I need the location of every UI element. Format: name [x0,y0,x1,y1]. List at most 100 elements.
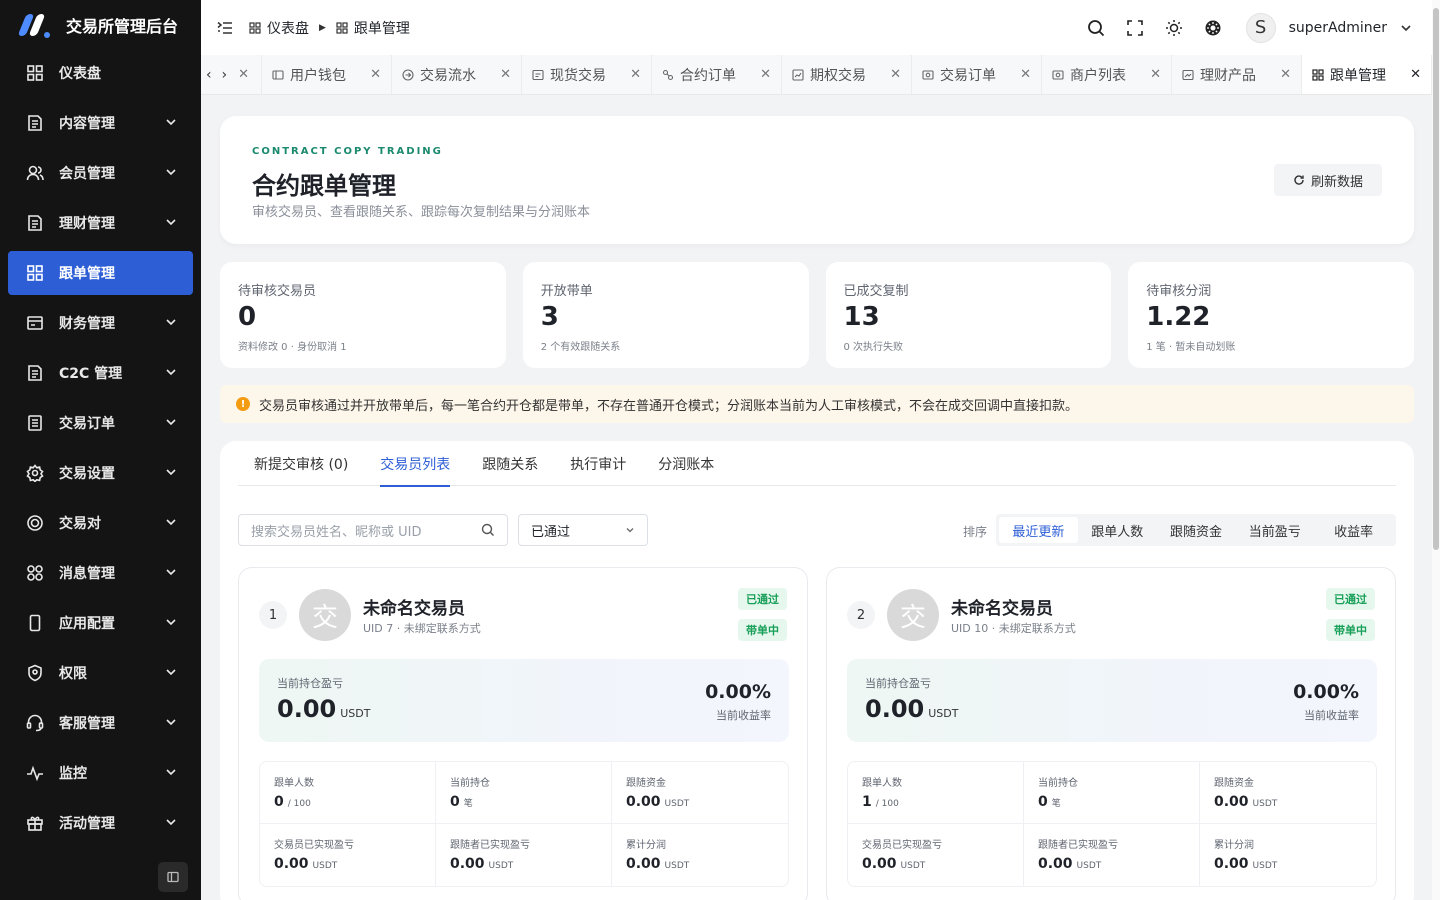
stats-row: 待审核交易员 0 资料修改 0 · 身份取消 1 开放带单 3 2 个有效跟随关… [220,262,1414,368]
scrollbar-thumb[interactable] [1433,8,1439,550]
search-input[interactable]: 搜索交易员姓名、昵称或 UID [238,514,508,546]
sidebar-item-label: 权限 [59,666,87,682]
search-icon[interactable] [481,523,495,537]
close-icon[interactable]: ✕ [760,67,771,82]
app-title: 交易所管理后台 [66,17,179,36]
sort-option-return[interactable]: 收益率 [1314,517,1393,543]
pnl-value: 0.00 USDT [865,695,959,723]
username[interactable]: superAdminer [1289,20,1387,36]
close-icon[interactable]: ✕ [500,67,511,82]
tab-contract-orders[interactable]: 合约订单 ✕ [652,55,782,94]
pnl-panel: 当前持仓盈亏 0.00 USDT 0.00% 当前收益率 [847,659,1377,742]
avatar: 交 [299,589,351,641]
sidebar-item-label: 监控 [59,766,87,782]
sidebar-item-dashboard[interactable]: 仪表盘 [8,51,193,95]
hero-card: CONTRACT COPY TRADING 合约跟单管理 审核交易员、查看跟随关… [220,116,1414,244]
sidebar-item-orders[interactable]: 交易订单 [8,401,193,445]
grid-icon [26,264,44,282]
breadcrumb: 仪表盘 ▶ 跟单管理 [249,18,410,38]
close-icon[interactable]: ✕ [1280,67,1291,82]
page-title: 合约跟单管理 [252,172,396,200]
sort-option-funds[interactable]: 跟随资金 [1157,517,1236,543]
tab-transaction-flow[interactable]: 交易流水 ✕ [392,55,522,94]
wallet-icon [272,69,284,80]
tab-hidden[interactable]: ✕ [232,55,262,94]
sort-option-followers[interactable]: 跟单人数 [1078,517,1157,543]
page-scrollbar[interactable] [1432,0,1440,900]
sidebar-item-finance-products[interactable]: 理财管理 [8,201,193,245]
sidebar-item-permissions[interactable]: 权限 [8,651,193,695]
tab-copy-trading[interactable]: 跟单管理 ✕ [1302,55,1432,94]
tab-merchant-list[interactable]: 商户列表 ✕ [1042,55,1172,94]
brand[interactable]: 交易所管理后台 [0,0,201,50]
breadcrumb-item-copy-trading[interactable]: 跟单管理 [336,18,410,38]
sun-icon[interactable] [1164,18,1184,38]
sidebar-item-label: 财务管理 [59,316,115,332]
tab-user-wallet[interactable]: 用户钱包 ✕ [262,55,392,94]
sidebar-item-pairs[interactable]: 交易对 [8,501,193,545]
sidebar-item-activities[interactable]: 活动管理 [8,801,193,845]
chevron-down-icon [166,169,176,176]
tab-trade-orders[interactable]: 交易订单 ✕ [912,55,1042,94]
notice-banner: ! 交易员审核通过并开放带单后，每一笔合约开仓都是带单，不存在普通开仓模式；分润… [220,385,1414,423]
search-icon[interactable] [1086,18,1106,38]
status-select[interactable]: 已通过 [518,514,648,546]
close-icon[interactable]: ✕ [1020,67,1031,82]
pnl-value: 0.00 USDT [277,695,371,723]
sort-option-recent[interactable]: 最近更新 [999,517,1078,543]
sort-option-pnl[interactable]: 当前盈亏 [1235,517,1314,543]
tab-follow-relations[interactable]: 跟随关系 [466,441,554,486]
close-icon[interactable]: ✕ [630,67,641,82]
sidebar-item-monitor[interactable]: 监控 [8,751,193,795]
page-subtitle: 审核交易员、查看跟随关系、跟踪每次复制结果与分润账本 [252,205,591,220]
tab-profit-ledger[interactable]: 分润账本 [642,441,730,486]
sidebar-item-label: 交易对 [59,516,101,532]
sidebar-item-label: 跟单管理 [59,266,115,282]
tabs-scroll-left-icon[interactable]: ‹ [201,55,217,94]
sidebar-item-trade-settings[interactable]: 交易设置 [8,451,193,495]
close-icon[interactable]: ✕ [238,67,249,82]
sidebar-item-c2c[interactable]: C2C 管理 [8,351,193,395]
sidebar-item-copy-trading[interactable]: 跟单管理 [8,251,193,295]
sidebar-collapse-button[interactable] [158,862,188,892]
metric-cell: 当前持仓 0 笔 [436,762,612,824]
metric-cell: 交易员已实现盈亏 0.00 USDT [260,824,436,886]
menu-fold-icon[interactable] [215,18,235,38]
close-icon[interactable]: ✕ [1150,67,1161,82]
status-badge: 带单中 [1326,619,1375,641]
metric-cell: 跟单人数 1/ 100 [848,762,1024,824]
sidebar-item-support[interactable]: 客服管理 [8,701,193,745]
fullscreen-icon[interactable] [1125,18,1145,38]
tab-spot-trading[interactable]: 现货交易 ✕ [522,55,652,94]
tab-finance-products[interactable]: 理财产品 ✕ [1172,55,1302,94]
stat-card-pending-profit-share: 待审核分润 1.22 1 笔 · 暂未自动划账 [1128,262,1414,368]
settings-icon[interactable] [1203,18,1223,38]
phone-icon [26,614,44,632]
tab-new-submissions[interactable]: 新提交审核 (0) [238,441,364,486]
sidebar-item-messages[interactable]: 消息管理 [8,551,193,595]
document-icon [26,114,44,132]
sidebar: 交易所管理后台 仪表盘 内容管理 会员管理 理财管理 跟单管理 财务管理 C2C… [0,0,201,900]
close-icon[interactable]: ✕ [1410,67,1421,82]
sidebar-item-finance[interactable]: 财务管理 [8,301,193,345]
sidebar-item-members[interactable]: 会员管理 [8,151,193,195]
metric-cell: 跟单人数 0/ 100 [260,762,436,824]
refresh-button[interactable]: 刷新数据 [1274,164,1382,196]
breadcrumb-item-dashboard[interactable]: 仪表盘 [249,18,309,38]
close-icon[interactable]: ✕ [890,67,901,82]
chevron-down-icon [166,519,176,526]
chart-icon [792,68,804,81]
tab-trader-list[interactable]: 交易员列表 [364,441,466,487]
tab-execution-audit[interactable]: 执行审计 [554,441,642,486]
avatar[interactable]: S [1245,12,1276,43]
sidebar-item-content[interactable]: 内容管理 [8,101,193,145]
chevron-down-icon[interactable] [1396,18,1416,38]
trader-card[interactable]: 1 交 未命名交易员 UID 7 · 未绑定联系方式 已通过 带单中 当前持仓盈… [238,567,808,900]
rank-badge: 1 [259,601,287,629]
tabs-scroll-right-icon[interactable]: › [217,55,233,94]
trader-card[interactable]: 2 交 未命名交易员 UID 10 · 未绑定联系方式 已通过 带单中 当前持仓… [826,567,1396,900]
metrics-grid: 跟单人数 0/ 100 当前持仓 0 笔 跟随资金 0.00 USDT 交易员已实现盈亏 0… [259,761,789,887]
close-icon[interactable]: ✕ [370,67,381,82]
tab-options-trading[interactable]: 期权交易 ✕ [782,55,912,94]
sidebar-item-app-config[interactable]: 应用配置 [8,601,193,645]
